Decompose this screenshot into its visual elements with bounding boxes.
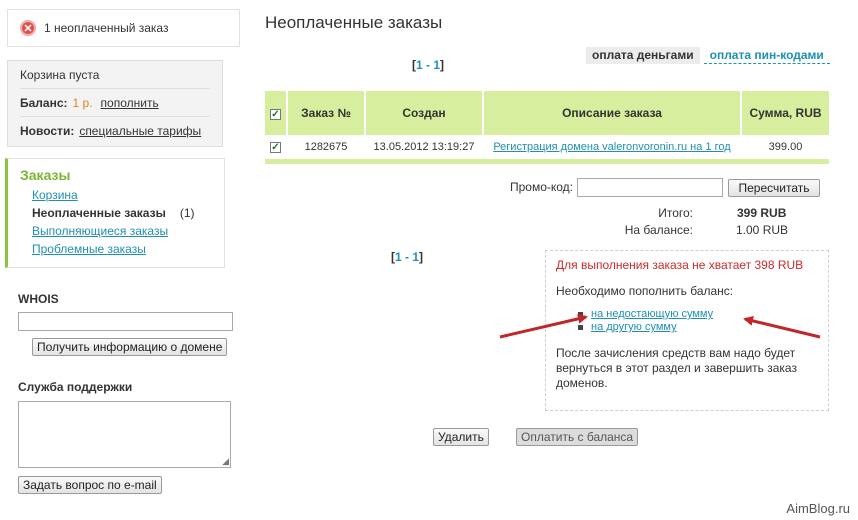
pager-bracket: ] xyxy=(440,58,445,72)
cell-created: 13.05.2012 13:19:27 xyxy=(365,135,484,164)
topup-required-text: Необходимо пополнить баланс: xyxy=(556,284,734,298)
delete-button[interactable]: Удалить xyxy=(433,428,489,446)
error-icon: ✕ xyxy=(20,20,36,36)
whois-input[interactable] xyxy=(18,312,233,331)
after-payment-instructions: После зачисления средств вам надо будет … xyxy=(556,346,797,390)
topup-link[interactable]: пополнить xyxy=(101,96,159,110)
header-order-no: Заказ № xyxy=(287,91,366,135)
total-label: Итого: xyxy=(658,206,693,220)
on-balance-label: На балансе: xyxy=(624,223,693,237)
select-all-checkbox[interactable]: ✓ xyxy=(270,109,281,120)
payment-tabs: оплата деньгами оплата пин-кодами xyxy=(586,47,830,64)
pager-bottom: [1 - 1] xyxy=(391,250,423,264)
on-balance-value: 1.00 RUB xyxy=(736,223,789,237)
support-textarea[interactable]: ◢ xyxy=(18,401,231,468)
orders-menu-title: Заказы xyxy=(20,167,71,183)
balance-row: Баланс: 1 р. пополнить xyxy=(20,89,210,117)
row-checkbox[interactable]: ✓ xyxy=(270,141,281,153)
pager-bracket: ] xyxy=(419,250,424,264)
unpaid-alert: ✕ 1 неоплаченный заказ xyxy=(7,9,240,47)
news-label: Новости: xyxy=(20,124,75,138)
cart-status: Корзина пуста xyxy=(20,61,210,89)
table-header-row: ✓ Заказ № Создан Описание заказа Сумма, … xyxy=(265,91,829,135)
pager-range[interactable]: 1 - 1 xyxy=(395,250,419,264)
watermark: AimBlog.ru xyxy=(786,501,850,516)
tab-pay-pincodes[interactable]: оплата пин-кодами xyxy=(703,47,830,64)
orders-table: ✓ Заказ № Создан Описание заказа Сумма, … xyxy=(265,91,829,164)
promo-label: Промо-код: xyxy=(509,180,573,194)
orders-menu: Заказы Корзина Неоплаченные заказы (1) Вы… xyxy=(5,158,225,268)
resize-grip-icon[interactable]: ◢ xyxy=(222,457,229,466)
pager-range[interactable]: 1 - 1 xyxy=(416,58,440,72)
whois-title: WHOIS xyxy=(18,292,59,306)
total-value: 399 RUB xyxy=(737,206,787,220)
annotation-arrows xyxy=(499,313,821,339)
table-row: ✓ 1282675 13.05.2012 13:19:27 Регистраци… xyxy=(265,135,829,164)
order-description-link[interactable]: Регистрация домена valeronvoronin.ru на … xyxy=(493,141,730,153)
balance-value: 1 р. xyxy=(72,95,93,110)
orders-menu-item-unpaid[interactable]: Неоплаченные заказы (1) xyxy=(20,204,224,222)
pager-top: [1 - 1] xyxy=(412,58,444,72)
whois-lookup-button[interactable]: Получить информацию о домене xyxy=(32,338,228,356)
news-row: Новости: специальные тарифы xyxy=(20,117,210,145)
arrow-left-icon xyxy=(499,313,588,339)
support-email-button[interactable]: Задать вопрос по e-mail xyxy=(18,476,162,494)
cart-empty-text: Корзина пуста xyxy=(20,67,100,82)
pay-from-balance-button[interactable]: Оплатить с баланса xyxy=(516,428,639,446)
support-title: Служба поддержки xyxy=(18,380,133,394)
arrow-right-icon xyxy=(743,316,821,339)
tab-pay-money[interactable]: оплата деньгами xyxy=(586,47,700,64)
unpaid-count: (1) xyxy=(179,206,195,220)
orders-menu-link[interactable]: Выполняющиеся заказы xyxy=(32,224,168,238)
orders-menu-item-problem[interactable]: Проблемные заказы xyxy=(20,240,224,258)
orders-menu-link[interactable]: Корзина xyxy=(32,188,78,202)
orders-menu-item-in-progress[interactable]: Выполняющиеся заказы xyxy=(20,222,224,240)
orders-menu-link[interactable]: Проблемные заказы xyxy=(32,242,146,256)
header-sum: Сумма, RUB xyxy=(741,91,829,135)
balance-label: Баланс: xyxy=(20,95,68,110)
insufficient-funds-warning: Для выполнения заказа не хватает 398 RUB xyxy=(556,258,804,272)
news-link[interactable]: специальные тарифы xyxy=(79,124,201,138)
promo-code-input[interactable] xyxy=(577,178,723,197)
unpaid-alert-text: 1 неоплаченный заказ xyxy=(44,21,169,35)
header-description: Описание заказа xyxy=(483,91,742,135)
cart-summary: Корзина пуста Баланс: 1 р. пополнить Нов… xyxy=(7,60,223,147)
page-title: Неоплаченные заказы xyxy=(265,13,443,32)
cell-sum: 399.00 xyxy=(741,135,829,164)
row-select-cell[interactable]: ✓ xyxy=(265,135,288,164)
cell-description: Регистрация домена valeronvoronin.ru на … xyxy=(483,135,742,164)
header-created: Создан xyxy=(365,91,484,135)
orders-menu-active-label: Неоплаченные заказы xyxy=(32,206,166,220)
cell-order-no: 1282675 xyxy=(287,135,366,164)
recalculate-button[interactable]: Пересчитать xyxy=(728,179,820,197)
select-all-cell[interactable]: ✓ xyxy=(265,91,288,135)
orders-menu-item-cart[interactable]: Корзина xyxy=(20,186,224,204)
